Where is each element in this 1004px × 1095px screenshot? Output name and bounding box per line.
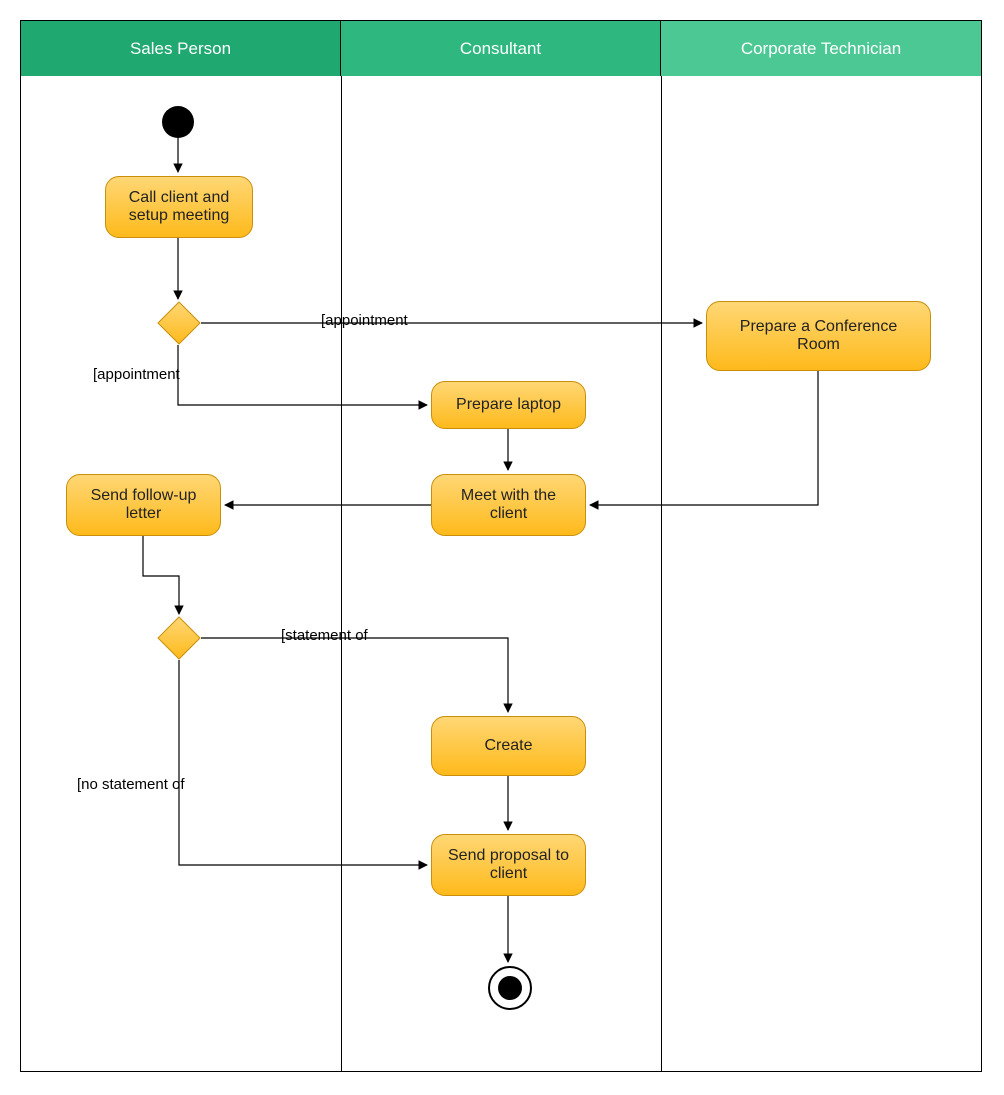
activity-follow-up: Send follow-up letter	[66, 474, 221, 536]
activity-create: Create	[431, 716, 586, 776]
decision-statement	[157, 616, 201, 660]
lane-divider-2	[661, 76, 662, 1071]
activity-call-client: Call client and setup meeting	[105, 176, 253, 238]
label-appointment-right: [appointment	[321, 312, 408, 329]
lane-divider-1	[341, 76, 342, 1071]
label-statement-right: [statement of	[281, 627, 368, 644]
activity-prepare-laptop: Prepare laptop	[431, 381, 586, 429]
activity-meet-client: Meet with the client	[431, 474, 586, 536]
activity-send-proposal: Send proposal to client	[431, 834, 586, 896]
lane-header-sales: Sales Person	[21, 21, 341, 76]
label-appointment-down: [appointment	[93, 366, 180, 383]
swimlane-headers: Sales Person Consultant Corporate Techni…	[21, 21, 981, 76]
swimlane-body: Call client and setup meeting Prepare a …	[21, 76, 981, 1071]
lane-header-consultant: Consultant	[341, 21, 661, 76]
activity-prepare-conference-room: Prepare a Conference Room	[706, 301, 931, 371]
initial-node	[162, 106, 194, 138]
lane-header-technician: Corporate Technician	[661, 21, 981, 76]
final-node	[488, 966, 532, 1010]
swimlane-diagram: Sales Person Consultant Corporate Techni…	[20, 20, 982, 1072]
label-no-statement-down: [no statement of	[77, 776, 185, 793]
decision-appointment	[157, 301, 201, 345]
